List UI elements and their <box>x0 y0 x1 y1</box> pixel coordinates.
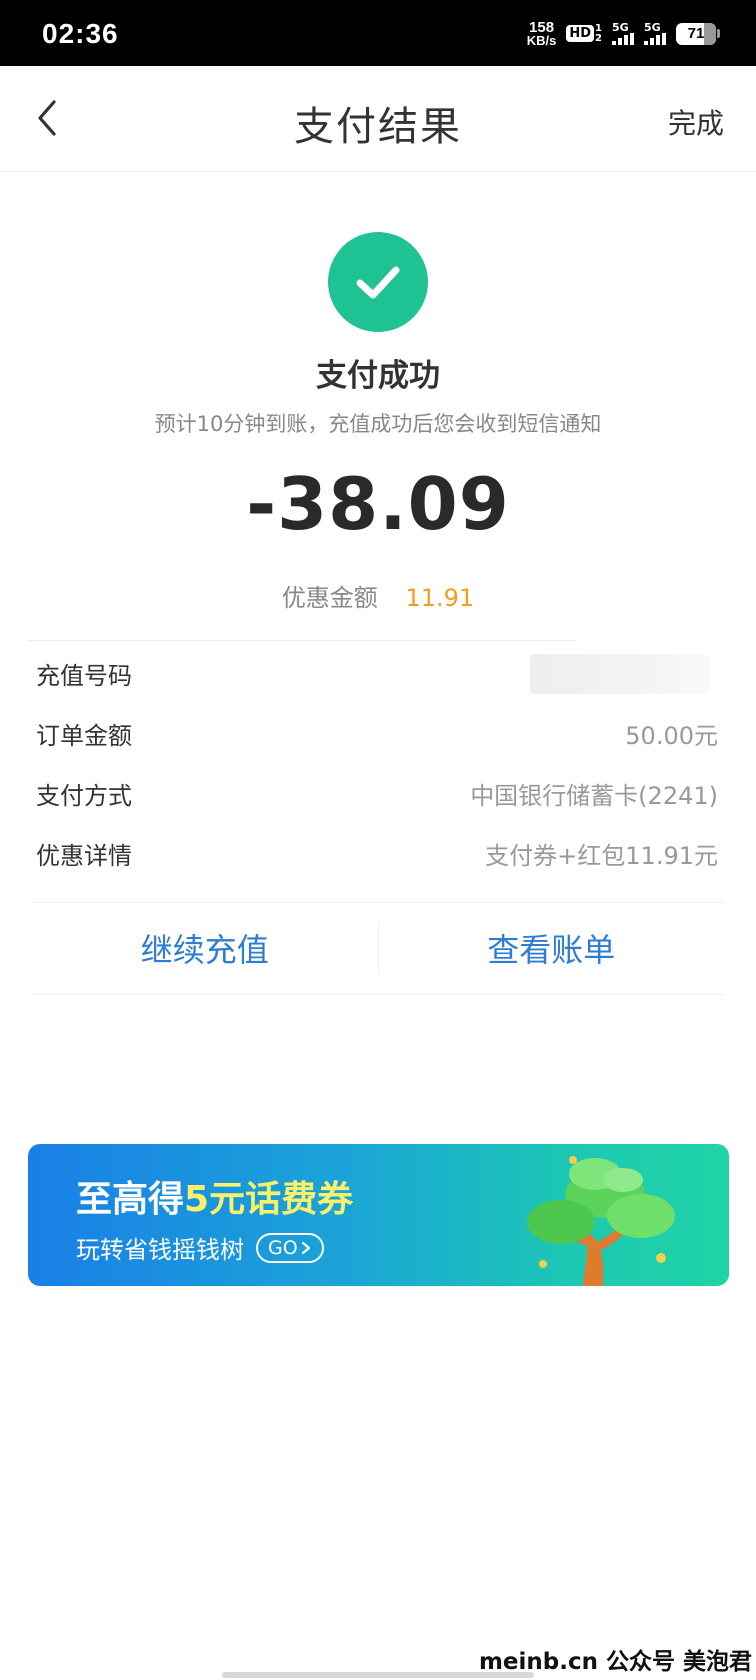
discount-value: 11.91 <box>405 584 475 612</box>
page-title: 支付结果 <box>294 104 462 150</box>
divider <box>32 994 724 995</box>
redacted-phone-number <box>530 654 710 694</box>
battery-percent: 71 <box>687 25 705 42</box>
done-button[interactable]: 完成 <box>668 102 724 142</box>
discount-line: 优惠金额 11.91 <box>0 578 756 613</box>
detail-value: 50.00元 <box>625 722 718 750</box>
status-indicators: 158 KB/s HD 1 2 5G 5G 71 <box>527 20 720 47</box>
detail-row-discount: 优惠详情 支付券+红包11.91元 <box>36 840 718 900</box>
network-speed-unit: KB/s <box>526 33 557 48</box>
detail-label: 支付方式 <box>36 782 132 810</box>
sim2-network-label: 5G <box>644 21 661 34</box>
detail-row-order-amount: 订单金额 50.00元 <box>36 720 718 780</box>
banner-title-highlight: 5元话费券 <box>184 1179 354 1220</box>
home-indicator[interactable] <box>222 1672 534 1678</box>
network-speed: 158 KB/s <box>527 20 557 47</box>
nav-bar: 支付结果 完成 <box>0 66 756 172</box>
banner-title-prefix: 至高得 <box>76 1179 185 1220</box>
chevron-right-icon <box>301 1241 310 1254</box>
action-bar: 继续充值 查看账单 <box>32 904 724 992</box>
hd-voice-icon: HD 1 2 <box>566 22 602 44</box>
banner-title: 至高得5元话费券 <box>76 1170 353 1222</box>
hd-label: HD <box>566 25 595 42</box>
hd-sub-top: 1 <box>595 22 602 34</box>
status-time: 02:36 <box>42 18 119 49</box>
promo-banner[interactable]: 至高得5元话费券 玩转省钱摇钱树 GO <box>28 1144 729 1286</box>
banner-subtitle-text: 玩转省钱摇钱树 <box>76 1236 244 1264</box>
detail-label: 优惠详情 <box>36 842 132 870</box>
check-icon <box>328 232 428 332</box>
divider <box>28 640 576 641</box>
view-bill-button[interactable]: 查看账单 <box>379 925 725 971</box>
success-note: 预计10分钟到账，充值成功后您会收到短信通知 <box>154 412 602 436</box>
banner-subtitle: 玩转省钱摇钱树 GO <box>76 1230 324 1265</box>
go-button[interactable]: GO <box>256 1232 324 1263</box>
detail-label: 充值号码 <box>36 662 132 690</box>
detail-value: 支付券+红包11.91元 <box>485 842 718 870</box>
go-label: GO <box>268 1236 298 1259</box>
detail-label: 订单金额 <box>36 722 132 750</box>
signal-sim1-icon: 5G <box>612 22 634 45</box>
battery-icon: 71 <box>676 22 716 45</box>
detail-row-phone: 充值号码 <box>36 654 718 720</box>
sim1-network-label: 5G <box>612 21 629 34</box>
payment-amount: -38.09 <box>246 462 510 546</box>
detail-value: 中国银行储蓄卡(2241) <box>470 782 718 810</box>
discount-label: 优惠金额 <box>281 584 378 612</box>
hd-sub-bottom: 2 <box>595 32 602 44</box>
money-tree-icon <box>513 1150 683 1286</box>
divider <box>32 902 724 903</box>
watermark-text: meinb.cn 公众号 美泡君 <box>478 1649 752 1675</box>
signal-sim2-icon: 5G <box>644 22 666 45</box>
battery-tip <box>717 29 720 38</box>
success-title: 支付成功 <box>316 358 440 394</box>
continue-recharge-button[interactable]: 继续充值 <box>32 925 378 971</box>
status-bar: 02:36 158 KB/s HD 1 2 5G 5G 71 <box>0 0 756 66</box>
detail-row-payment-method: 支付方式 中国银行储蓄卡(2241) <box>36 780 718 840</box>
order-details: 充值号码 订单金额 50.00元 支付方式 中国银行储蓄卡(2241) 优惠详情… <box>36 654 718 900</box>
